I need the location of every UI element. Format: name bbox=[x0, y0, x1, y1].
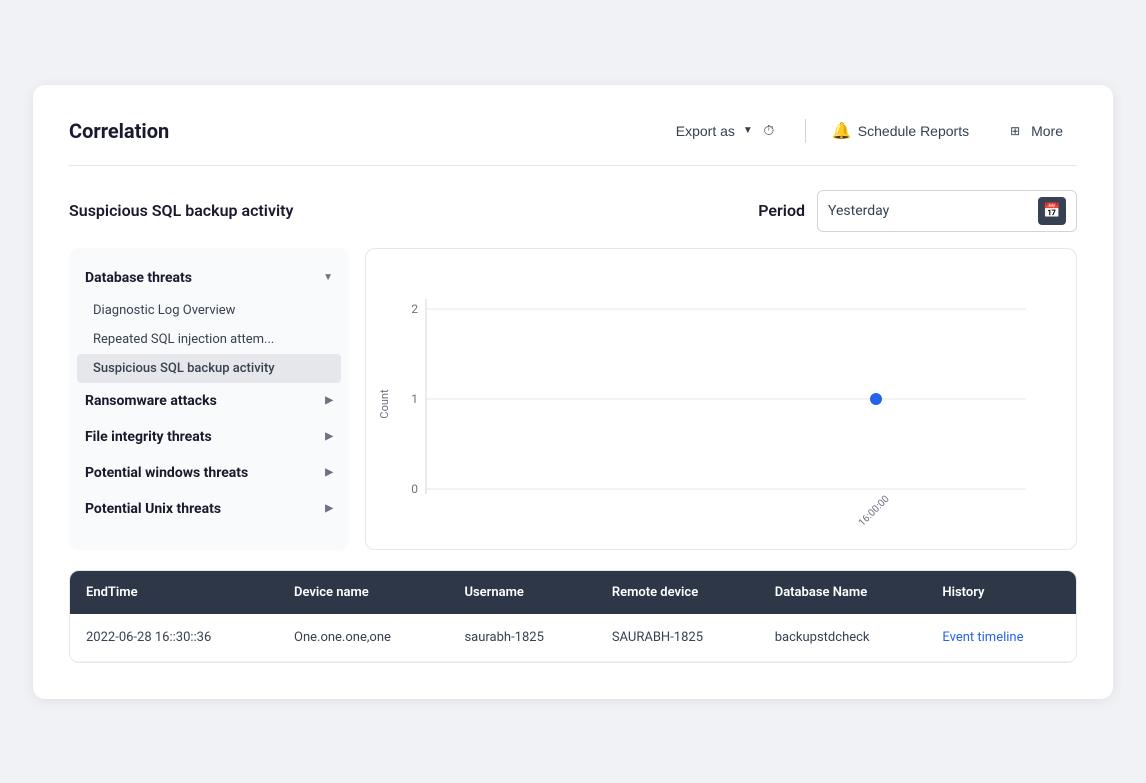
more-label: More bbox=[1031, 123, 1063, 139]
sidebar-item-file-integrity[interactable]: File integrity threats ▶ bbox=[69, 419, 349, 455]
sidebar-group-arrow: ▶ bbox=[325, 431, 333, 442]
sidebar-group-label: Potential windows threats bbox=[85, 465, 248, 481]
event-timeline-link[interactable]: Event timeline bbox=[942, 630, 1023, 645]
cell-end-time: 2022-06-28 16::30::36 bbox=[70, 614, 278, 662]
sidebar-item-ransomware[interactable]: Ransomware attacks ▶ bbox=[69, 383, 349, 419]
sidebar-group-label: Database threats bbox=[85, 270, 192, 286]
cell-database-name: backupstdcheck bbox=[759, 614, 927, 662]
period-value: Yesterday bbox=[828, 203, 1026, 219]
table-header-row: EndTime Device name Username Remote devi… bbox=[70, 571, 1076, 614]
col-database-name: Database Name bbox=[759, 571, 927, 614]
export-button[interactable]: Export as ▼ ⏱ bbox=[662, 115, 793, 147]
sub-header: Suspicious SQL backup activity Period Ye… bbox=[69, 190, 1077, 232]
sidebar-item-unix-threats[interactable]: Potential Unix threats ▶ bbox=[69, 491, 349, 527]
sidebar-group-database-threats: Database threats ▼ Diagnostic Log Overvi… bbox=[69, 260, 349, 383]
col-end-time: EndTime bbox=[70, 571, 278, 614]
col-device-name: Device name bbox=[278, 571, 448, 614]
y-label-0: 0 bbox=[411, 482, 418, 496]
schedule-reports-button[interactable]: 🔔 Schedule Reports bbox=[818, 115, 983, 147]
more-icon: ⊞ bbox=[1005, 121, 1025, 141]
x-axis-label: 16:00:00 bbox=[857, 493, 892, 528]
sidebar-group-arrow: ▼ bbox=[323, 272, 333, 283]
page-title: Correlation bbox=[69, 119, 169, 143]
col-username: Username bbox=[448, 571, 595, 614]
sidebar-group-label: Potential Unix threats bbox=[85, 501, 221, 517]
col-history: History bbox=[926, 571, 1076, 614]
cell-remote-device: SAURABH-1825 bbox=[596, 614, 759, 662]
content-row: Database threats ▼ Diagnostic Log Overvi… bbox=[69, 248, 1077, 550]
cell-username: saurabh-1825 bbox=[448, 614, 595, 662]
sidebar-group-arrow: ▶ bbox=[325, 503, 333, 514]
divider bbox=[805, 119, 806, 143]
sidebar-group-arrow: ▶ bbox=[325, 467, 333, 478]
schedule-label: Schedule Reports bbox=[858, 123, 969, 139]
calendar-icon[interactable]: 📅 bbox=[1038, 197, 1066, 225]
export-icon: ⏱ bbox=[759, 121, 779, 141]
sidebar-item-windows-threats[interactable]: Potential windows threats ▶ bbox=[69, 455, 349, 491]
cell-history[interactable]: Event timeline bbox=[926, 614, 1076, 662]
report-title: Suspicious SQL backup activity bbox=[69, 201, 293, 220]
period-row: Period Yesterday 📅 bbox=[758, 190, 1077, 232]
sidebar-group-label: File integrity threats bbox=[85, 429, 212, 445]
y-label-2: 2 bbox=[411, 302, 418, 316]
sidebar-group-ransomware: Ransomware attacks ▶ bbox=[69, 383, 349, 419]
sidebar: Database threats ▼ Diagnostic Log Overvi… bbox=[69, 248, 349, 550]
table-row: 2022-06-28 16::30::36 One.one.one,one sa… bbox=[70, 614, 1076, 662]
sidebar-item-sql-injection[interactable]: Repeated SQL injection attem... bbox=[69, 325, 349, 354]
sidebar-item-sql-backup[interactable]: Suspicious SQL backup activity bbox=[77, 354, 341, 383]
data-table: EndTime Device name Username Remote devi… bbox=[69, 570, 1077, 663]
cell-device-name: One.one.one,one bbox=[278, 614, 448, 662]
export-label: Export as bbox=[676, 123, 735, 139]
more-button[interactable]: ⊞ More bbox=[991, 115, 1077, 147]
chart-svg: Count 2 1 0 16:00:00 bbox=[376, 269, 1056, 529]
y-label-1: 1 bbox=[411, 392, 418, 406]
sidebar-group-arrow: ▶ bbox=[325, 395, 333, 406]
sidebar-item-database-threats[interactable]: Database threats ▼ bbox=[69, 260, 349, 296]
export-dropdown-icon: ▼ bbox=[743, 125, 753, 136]
period-label: Period bbox=[758, 201, 805, 220]
chart-area: Count 2 1 0 16:00:00 bbox=[365, 248, 1077, 550]
period-select[interactable]: Yesterday 📅 bbox=[817, 190, 1077, 232]
sidebar-group-file-integrity: File integrity threats ▶ bbox=[69, 419, 349, 455]
header: Correlation Export as ▼ ⏱ 🔔 Schedule Rep… bbox=[69, 115, 1077, 166]
alarm-icon: 🔔 bbox=[832, 121, 852, 141]
col-remote-device: Remote device bbox=[596, 571, 759, 614]
sidebar-group-label: Ransomware attacks bbox=[85, 393, 217, 409]
sidebar-group-unix-threats: Potential Unix threats ▶ bbox=[69, 491, 349, 527]
data-point bbox=[870, 393, 882, 405]
y-axis-label: Count bbox=[378, 389, 391, 419]
main-card: Correlation Export as ▼ ⏱ 🔔 Schedule Rep… bbox=[33, 85, 1113, 699]
sidebar-group-windows-threats: Potential windows threats ▶ bbox=[69, 455, 349, 491]
sidebar-item-diagnostic-log[interactable]: Diagnostic Log Overview bbox=[69, 296, 349, 325]
header-actions: Export as ▼ ⏱ 🔔 Schedule Reports ⊞ More bbox=[662, 115, 1077, 147]
